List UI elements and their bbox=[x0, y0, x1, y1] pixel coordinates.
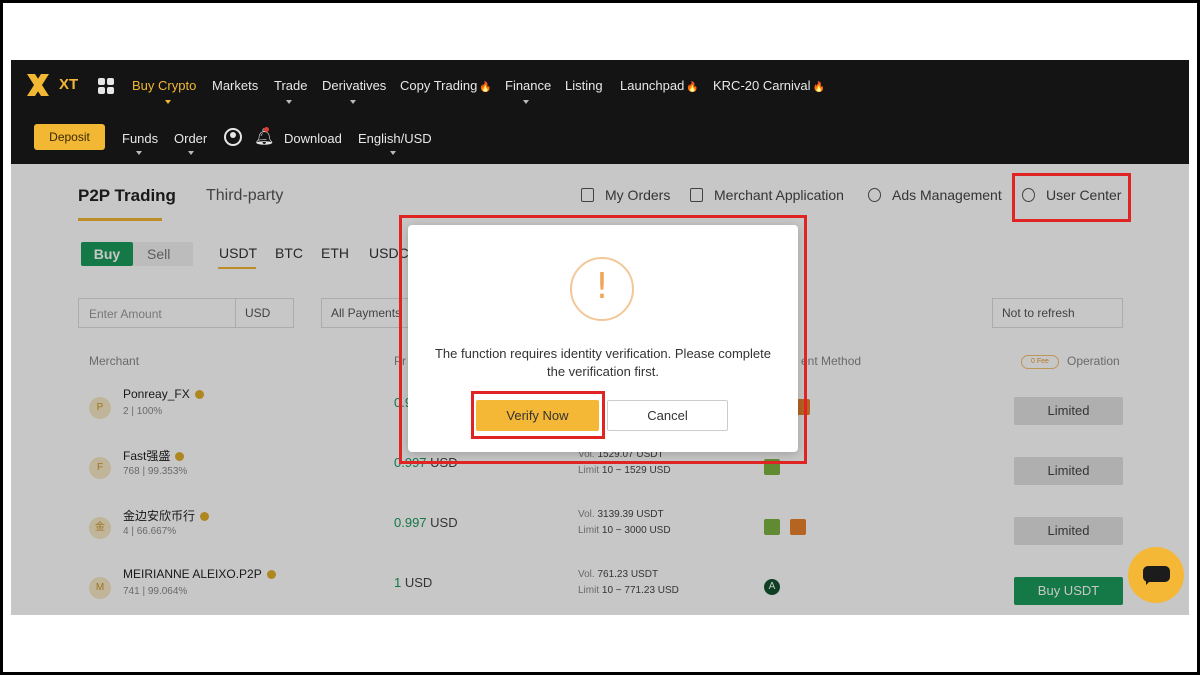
nav-krc20-label: KRC-20 Carnival bbox=[713, 78, 811, 93]
nav-derivatives[interactable]: Derivatives bbox=[322, 78, 386, 93]
chevron-down-icon bbox=[136, 151, 142, 155]
logo-text: XT bbox=[59, 76, 79, 93]
account-icon[interactable] bbox=[224, 128, 242, 146]
nav-launchpad-label: Launchpad bbox=[620, 78, 685, 93]
chevron-down-icon bbox=[165, 100, 171, 104]
nav-copy-trading-label: Copy Trading bbox=[400, 78, 478, 93]
chevron-down-icon bbox=[523, 100, 529, 104]
fire-icon: 🔥 bbox=[812, 82, 825, 93]
chevron-down-icon bbox=[390, 151, 396, 155]
apps-grid-icon[interactable] bbox=[98, 78, 114, 94]
warning-icon: ! bbox=[570, 257, 634, 321]
nav-language[interactable]: English/USD bbox=[358, 131, 432, 146]
modal-message: The function requires identity verificat… bbox=[434, 346, 771, 379]
chevron-down-icon bbox=[188, 151, 194, 155]
nav-finance[interactable]: Finance bbox=[505, 78, 551, 93]
chevron-down-icon bbox=[350, 100, 356, 104]
nav-listing[interactable]: Listing bbox=[565, 78, 603, 93]
fire-icon: 🔥 bbox=[479, 82, 492, 93]
cancel-button[interactable]: Cancel bbox=[607, 400, 728, 431]
nav-buy-crypto[interactable]: Buy Crypto bbox=[132, 78, 196, 93]
verification-modal: ! The function requires identity verific… bbox=[408, 225, 798, 452]
nav-launchpad[interactable]: Launchpad 🔥 bbox=[620, 78, 699, 93]
nav-trade[interactable]: Trade bbox=[274, 78, 307, 93]
notification-dot bbox=[264, 127, 269, 132]
nav-copy-trading[interactable]: Copy Trading 🔥 bbox=[400, 78, 492, 93]
deposit-button[interactable]: Deposit bbox=[34, 124, 105, 150]
chat-icon bbox=[1143, 566, 1170, 585]
nav-order[interactable]: Order bbox=[174, 131, 207, 146]
chevron-down-icon bbox=[286, 100, 292, 104]
top-nav: XT Buy Crypto Markets Trade Derivatives … bbox=[11, 60, 1189, 164]
nav-download[interactable]: Download bbox=[284, 131, 342, 146]
verify-now-button[interactable]: Verify Now bbox=[476, 400, 599, 431]
xt-logo-icon bbox=[27, 74, 49, 96]
nav-krc20-carnival[interactable]: KRC-20 Carnival 🔥 bbox=[713, 78, 825, 93]
support-chat-button[interactable] bbox=[1128, 547, 1184, 603]
app-screenshot: XT Buy Crypto Markets Trade Derivatives … bbox=[11, 60, 1189, 615]
nav-markets[interactable]: Markets bbox=[212, 78, 258, 93]
warning-mark: ! bbox=[594, 266, 610, 307]
fire-icon: 🔥 bbox=[686, 82, 699, 93]
nav-funds[interactable]: Funds bbox=[122, 131, 158, 146]
